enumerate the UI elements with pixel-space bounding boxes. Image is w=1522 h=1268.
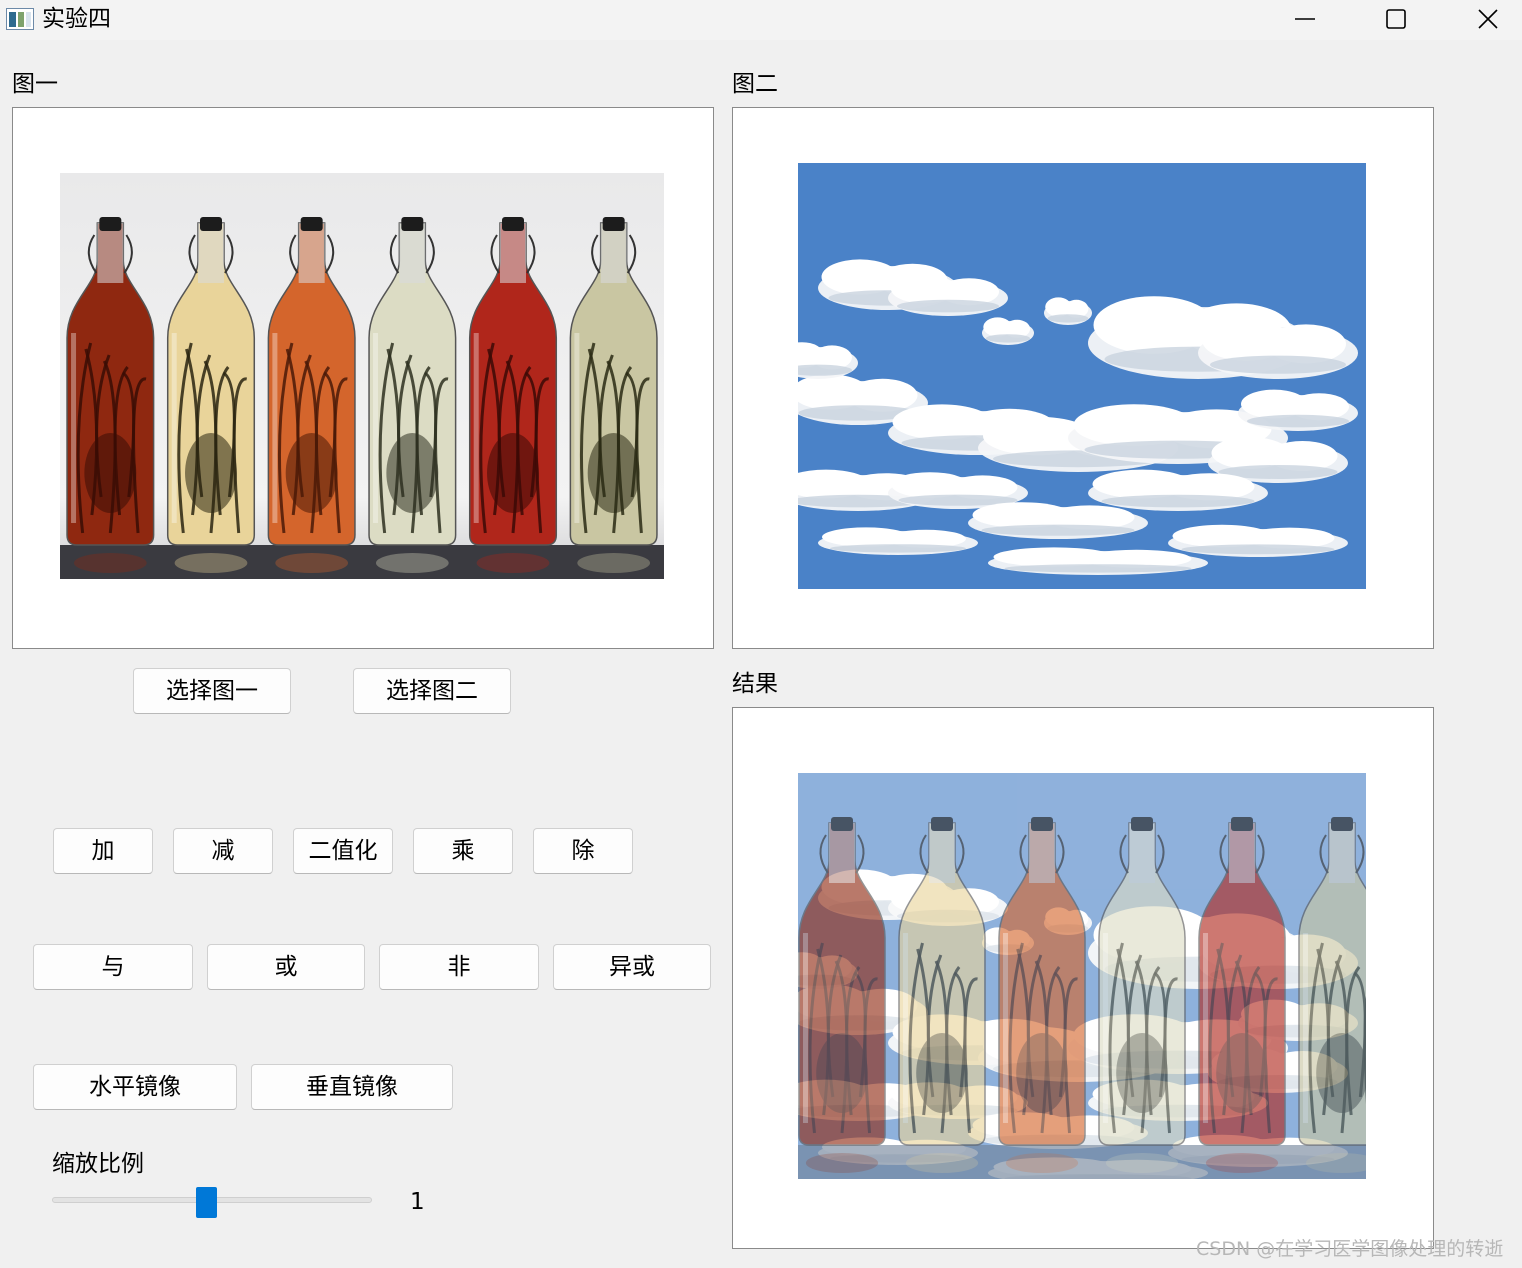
scale-value: 1 bbox=[410, 1189, 425, 1215]
scale-label: 缩放比例 bbox=[52, 1151, 144, 1177]
multiply-button[interactable]: 乘 bbox=[413, 828, 513, 874]
app-icon bbox=[6, 8, 34, 30]
window-title: 实验四 bbox=[42, 6, 111, 32]
divide-button[interactable]: 除 bbox=[533, 828, 633, 874]
bottles-image bbox=[60, 173, 664, 579]
close-icon bbox=[1478, 9, 1498, 29]
image1-panel bbox=[12, 107, 714, 649]
not-button[interactable]: 非 bbox=[379, 944, 539, 990]
blended-image bbox=[798, 773, 1366, 1179]
xor-button[interactable]: 异或 bbox=[553, 944, 711, 990]
mirror-horizontal-button[interactable]: 水平镜像 bbox=[33, 1064, 237, 1110]
image2-panel bbox=[732, 107, 1434, 649]
maximize-icon bbox=[1386, 9, 1406, 29]
maximize-button[interactable] bbox=[1351, 0, 1441, 38]
binarize-button[interactable]: 二值化 bbox=[293, 828, 393, 874]
result-picture bbox=[798, 773, 1366, 1179]
close-button[interactable] bbox=[1443, 0, 1522, 38]
image2-label: 图二 bbox=[732, 71, 778, 97]
subtract-button[interactable]: 减 bbox=[173, 828, 273, 874]
watermark: CSDN @在学习医学图像处理的转逝 bbox=[1196, 1238, 1504, 1260]
image1-picture bbox=[60, 173, 664, 579]
mirror-vertical-button[interactable]: 垂直镜像 bbox=[251, 1064, 453, 1110]
minimize-icon bbox=[1295, 18, 1315, 20]
select-image2-button[interactable]: 选择图二 bbox=[353, 668, 511, 714]
image1-label: 图一 bbox=[12, 71, 58, 97]
result-label: 结果 bbox=[732, 671, 778, 697]
select-image1-button[interactable]: 选择图一 bbox=[133, 668, 291, 714]
add-button[interactable]: 加 bbox=[53, 828, 153, 874]
minimize-button[interactable] bbox=[1260, 0, 1350, 38]
and-button[interactable]: 与 bbox=[33, 944, 193, 990]
or-button[interactable]: 或 bbox=[207, 944, 365, 990]
image2-picture bbox=[798, 163, 1366, 589]
sky-image bbox=[798, 163, 1366, 589]
result-panel bbox=[732, 707, 1434, 1249]
title-bar: 实验四 bbox=[0, 0, 1522, 40]
scale-slider-thumb[interactable] bbox=[195, 1187, 217, 1218]
